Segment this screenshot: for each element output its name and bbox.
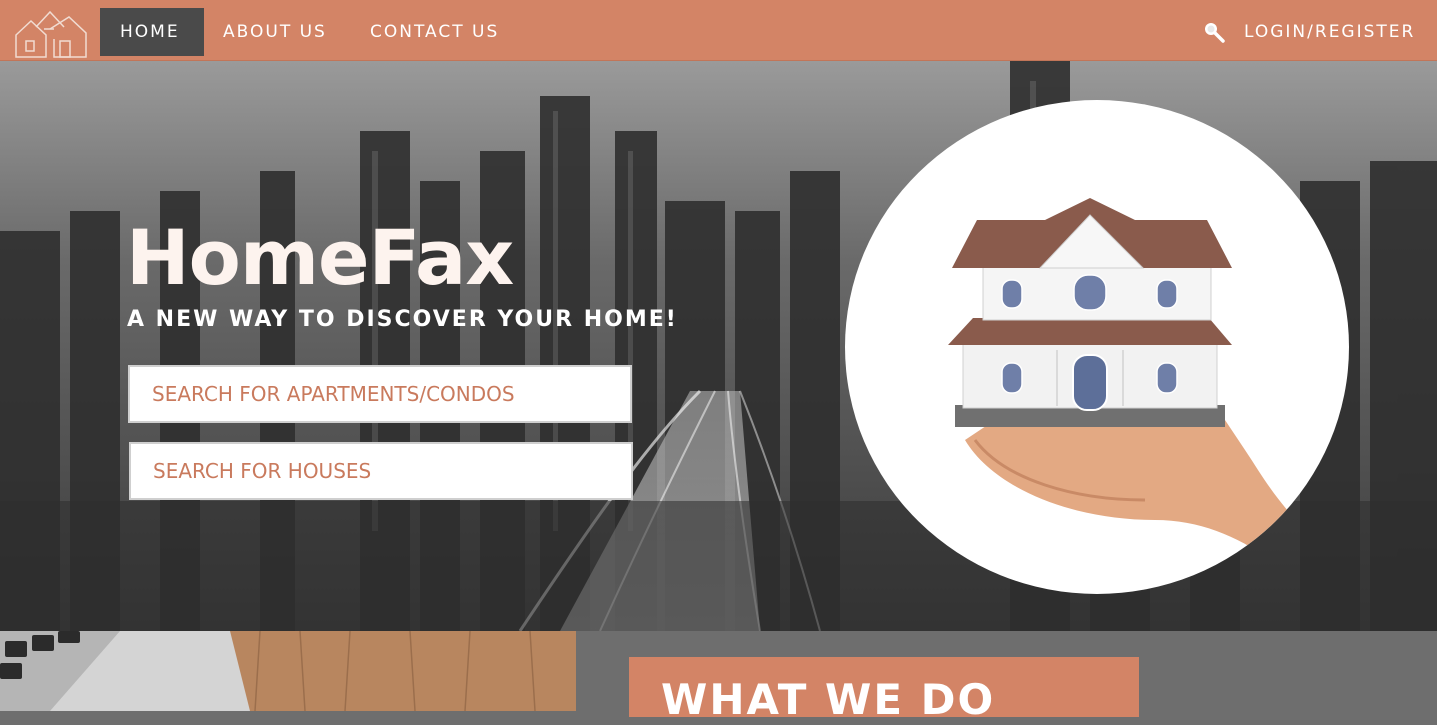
hero-title: HomeFax <box>126 213 514 302</box>
top-nav-bar: HOME ABOUT US CONTACT US LOGIN/REGISTER <box>0 0 1437 61</box>
hero-section: HomeFax A NEW WAY TO DISCOVER YOUR HOME!… <box>0 61 1437 631</box>
what-we-do-title: WHAT WE DO <box>661 675 996 724</box>
laptop-desk-image <box>0 631 576 711</box>
nav-about-link[interactable]: ABOUT US <box>223 8 327 56</box>
login-register-link[interactable]: LOGIN/REGISTER <box>1244 8 1415 56</box>
nav-contact-link[interactable]: CONTACT US <box>370 8 499 56</box>
hero-subtitle: A NEW WAY TO DISCOVER YOUR HOME! <box>127 307 678 332</box>
search-houses-button[interactable]: SEARCH FOR HOUSES <box>129 442 633 500</box>
search-icon[interactable] <box>1203 21 1225 43</box>
house-in-hand-image <box>845 100 1349 594</box>
nav-home-link[interactable]: HOME <box>100 8 204 56</box>
laptop-keyboard-icon <box>0 631 576 711</box>
house-logo-icon[interactable] <box>14 9 88 59</box>
house-illustration-icon <box>948 198 1315 570</box>
search-apartments-button[interactable]: SEARCH FOR APARTMENTS/CONDOS <box>128 365 632 423</box>
